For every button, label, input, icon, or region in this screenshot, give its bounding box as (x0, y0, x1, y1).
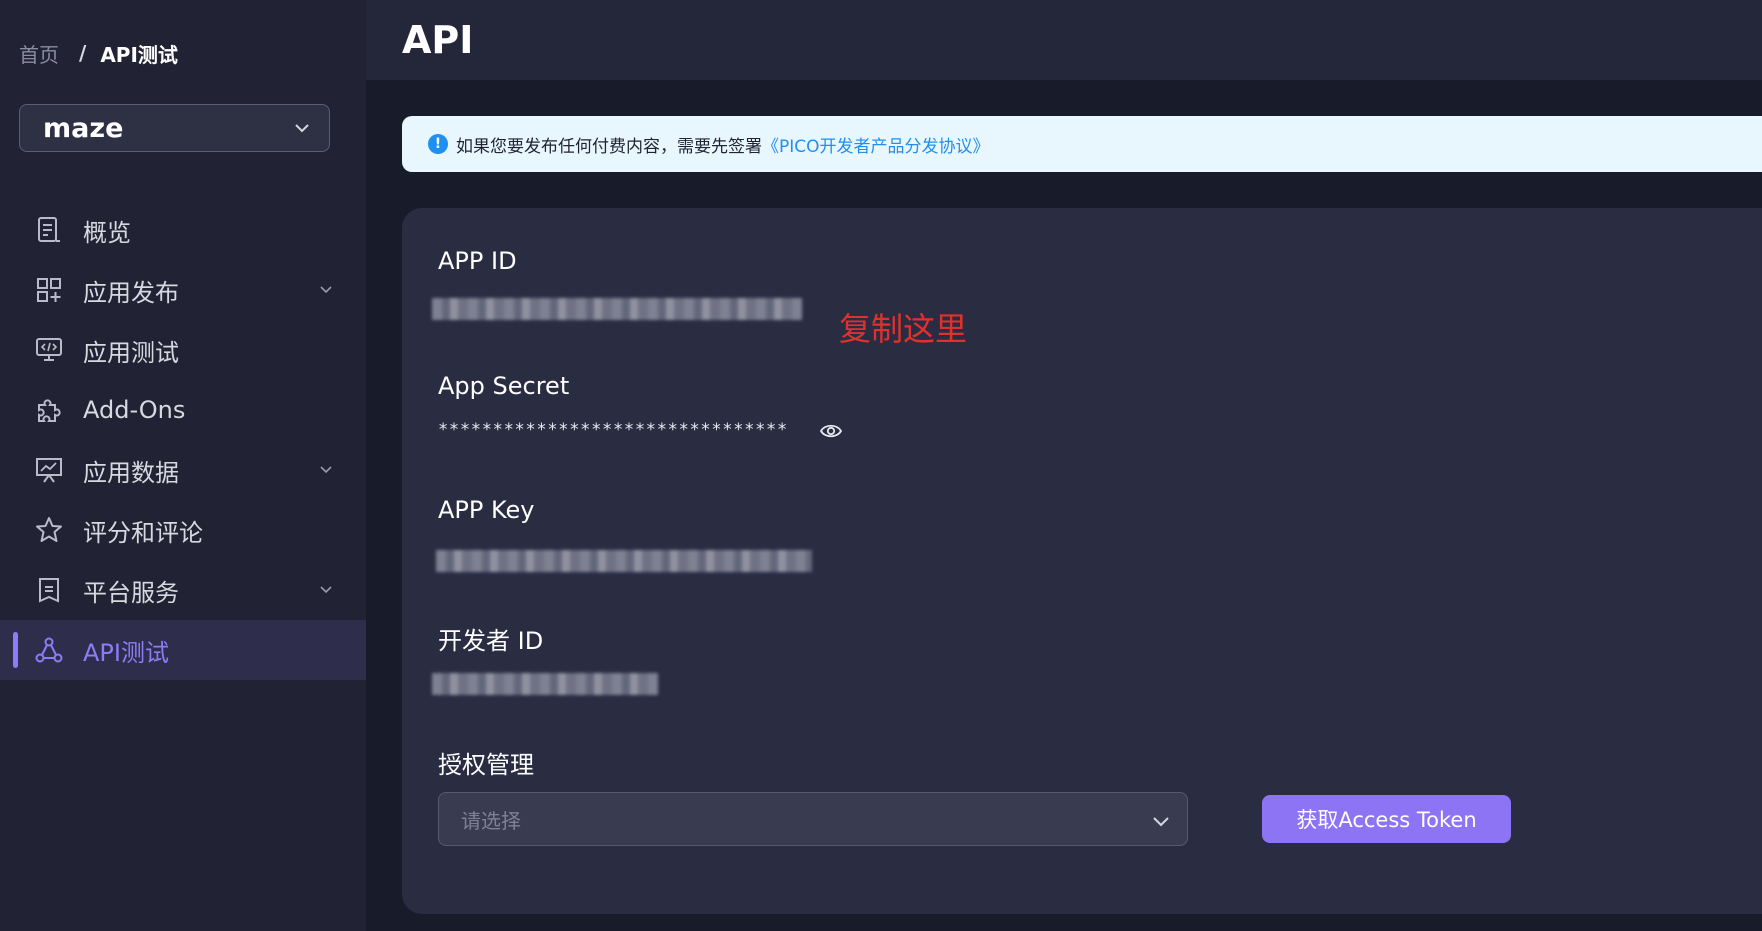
auth-select[interactable]: 请选择 (438, 792, 1188, 846)
developer-id-value-redacted[interactable] (432, 673, 658, 695)
auth-management-label: 授权管理 (438, 751, 534, 779)
api-nodes-icon (34, 635, 64, 665)
sidebar-item-label: API测试 (83, 638, 169, 667)
document-list-icon (34, 215, 64, 245)
copy-hint-annotation: 复制这里 (839, 310, 968, 348)
sidebar-item-label: 应用测试 (83, 338, 179, 367)
chevron-down-icon (295, 124, 309, 133)
chart-board-icon (34, 455, 64, 485)
info-icon: ! (428, 134, 448, 154)
app-selector-value: maze (43, 112, 124, 144)
sidebar-item-label: 平台服务 (83, 578, 179, 607)
monitor-code-icon (34, 335, 64, 365)
sidebar-item-platform-services[interactable]: 平台服务 (0, 560, 366, 620)
breadcrumb-current: API测试 (100, 42, 178, 67)
sidebar-item-api-test[interactable]: API测试 (0, 620, 366, 680)
app-id-label: APP ID (438, 247, 517, 275)
eye-icon[interactable] (820, 422, 842, 440)
chevron-down-icon (320, 466, 332, 474)
sidebar-item-ratings-reviews[interactable]: 评分和评论 (0, 500, 366, 560)
breadcrumb: 首页 / API测试 (19, 38, 178, 68)
badge-icon (34, 575, 64, 605)
app-key-value-redacted[interactable] (436, 550, 812, 572)
app-root: 首页 / API测试 maze 概览 应用发布 应用测试 Add-Ons 应用数… (0, 0, 1762, 931)
sidebar-item-app-data[interactable]: 应用数据 (0, 440, 366, 500)
puzzle-icon (34, 395, 64, 425)
sidebar-item-label: 应用数据 (83, 458, 179, 487)
app-id-value-redacted[interactable] (432, 298, 802, 320)
developer-id-label: 开发者 ID (438, 627, 544, 655)
app-selector[interactable]: maze (19, 104, 330, 152)
breadcrumb-separator: / (79, 41, 87, 65)
sidebar-item-overview[interactable]: 概览 (0, 200, 366, 260)
chevron-down-icon (320, 586, 332, 594)
get-access-token-button[interactable]: 获取Access Token (1262, 795, 1511, 843)
sidebar-item-label: 应用发布 (83, 278, 179, 307)
sidebar: 首页 / API测试 maze 概览 应用发布 应用测试 Add-Ons 应用数… (0, 0, 366, 931)
app-secret-label: App Secret (438, 372, 570, 400)
sidebar-item-app-test[interactable]: 应用测试 (0, 320, 366, 380)
auth-select-placeholder: 请选择 (461, 808, 521, 833)
credentials-card: APP ID 复制这里 App Secret *****************… (402, 208, 1762, 914)
page-header: API (366, 0, 1762, 80)
sidebar-item-label: Add-Ons (83, 396, 186, 424)
page-title: API (402, 18, 474, 62)
sidebar-item-app-publish[interactable]: 应用发布 (0, 260, 366, 320)
notice-banner: ! 如果您要发布任何付费内容，需要先签署 《PICO开发者产品分发协议》 (402, 116, 1762, 172)
agreement-link[interactable]: 《PICO开发者产品分发协议》 (762, 132, 990, 157)
apps-grid-icon (34, 275, 64, 305)
breadcrumb-home[interactable]: 首页 (19, 39, 59, 68)
notice-text: 如果您要发布任何付费内容，需要先签署 (456, 136, 762, 157)
app-secret-value: ******************************** (438, 420, 788, 440)
sidebar-item-label: 概览 (83, 218, 131, 247)
sidebar-item-label: 评分和评论 (83, 518, 203, 547)
sidebar-nav: 概览 应用发布 应用测试 Add-Ons 应用数据 评分和评论 平台服务 API… (0, 200, 366, 680)
sidebar-item-add-ons[interactable]: Add-Ons (0, 380, 366, 440)
star-icon (34, 515, 64, 545)
chevron-down-icon (320, 286, 332, 294)
chevron-down-icon (1153, 817, 1169, 827)
app-key-label: APP Key (438, 496, 535, 524)
